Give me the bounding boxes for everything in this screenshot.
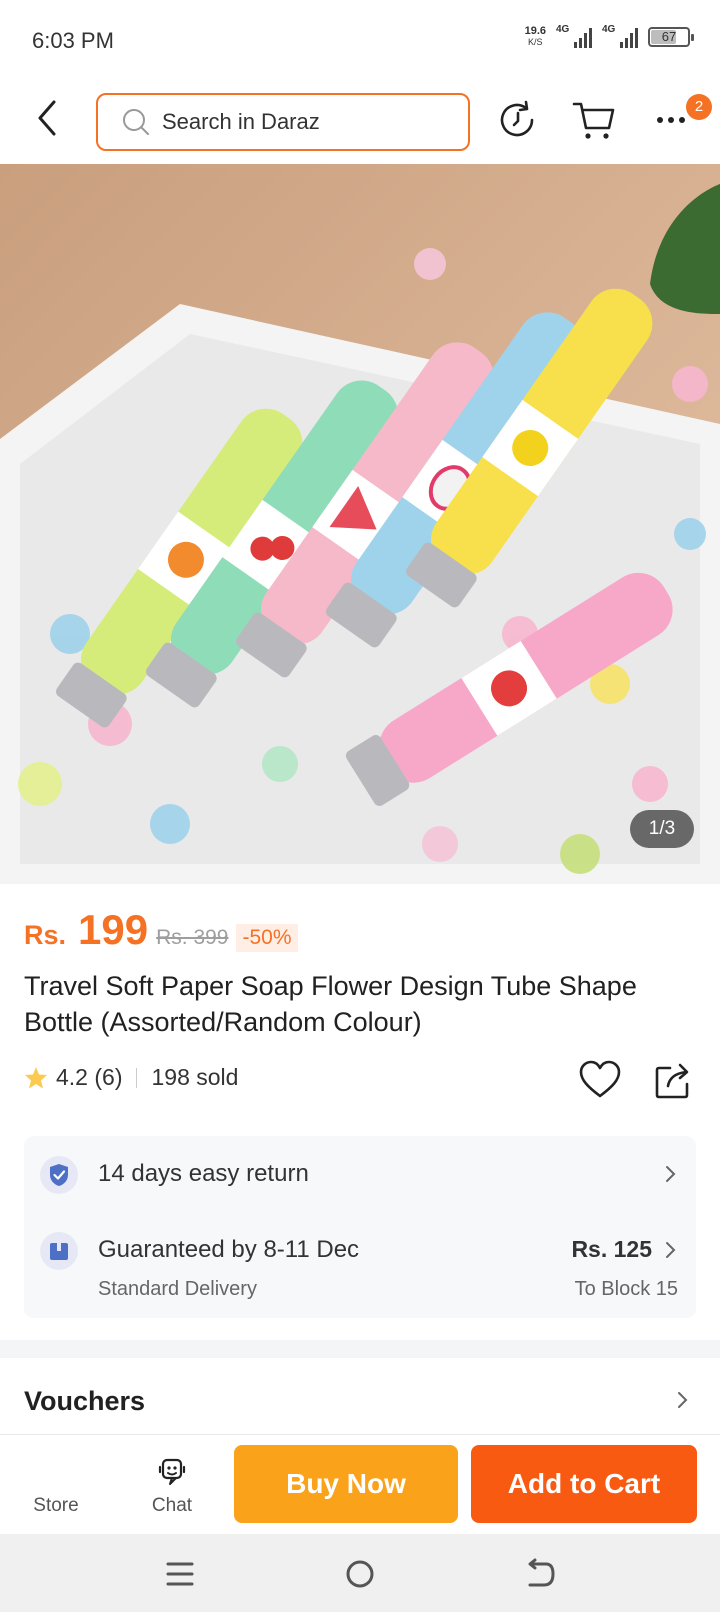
section-divider (0, 1340, 720, 1358)
buy-now-button[interactable]: Buy Now (234, 1445, 458, 1523)
battery-icon: 67 (648, 27, 694, 47)
signal-2-icon: 4G (602, 24, 638, 48)
store-label: Store (33, 1495, 79, 1516)
chat-icon (158, 1458, 186, 1485)
search-input[interactable]: Search in Daraz (96, 93, 470, 151)
back-icon (528, 1558, 555, 1587)
price-row: Rs. 199 Rs. 399 -50% (24, 906, 298, 954)
back-arrow-icon (38, 100, 56, 136)
share-icon (655, 1063, 689, 1099)
delivery-price: Rs. 125 (571, 1236, 652, 1262)
system-back-button[interactable] (520, 1554, 560, 1594)
status-indicators: 19.6 K/S 4G 4G 67 (525, 24, 694, 48)
rating-row[interactable]: 4.2 (6) 198 sold (24, 1064, 238, 1091)
discount-badge: -50% (236, 924, 298, 952)
store-button[interactable]: Store (20, 1449, 92, 1525)
header: Search in Daraz 2 (0, 80, 720, 164)
history-button[interactable] (496, 98, 540, 142)
network-speed: 19.6 K/S (525, 26, 546, 48)
history-icon (500, 100, 534, 137)
price-value: 199 (78, 906, 149, 953)
heart-icon (579, 1060, 621, 1098)
product-title: Travel Soft Paper Soap Flower Design Tub… (24, 971, 637, 1037)
rating-divider (136, 1067, 138, 1088)
system-nav-bar (0, 1534, 720, 1612)
product-image-gallery[interactable]: 1/3 (0, 164, 720, 884)
network-speed-value: 19.6 (524, 25, 546, 37)
back-button[interactable] (28, 96, 68, 140)
signal-2-label: 4G (602, 24, 616, 35)
add-to-cart-button[interactable]: Add to Cart (471, 1445, 697, 1523)
cart-count-badge: 2 (686, 94, 712, 120)
home-button[interactable] (340, 1554, 380, 1594)
chevron-right-icon (678, 1392, 688, 1408)
return-policy-text: 14 days easy return (98, 1160, 309, 1187)
service-card: 14 days easy return Guaranteed by 8-11 D… (24, 1136, 696, 1318)
bottom-action-bar: Store Chat Buy Now Add to Cart (0, 1434, 720, 1534)
rating-value: 4.2 (6) (56, 1064, 123, 1090)
status-time: 6:03 PM (32, 28, 114, 53)
sold-count: 198 sold (151, 1064, 239, 1090)
chat-label: Chat (151, 1495, 193, 1516)
battery-level: 67 (661, 29, 677, 44)
delivery-destination: To Block 15 (574, 1278, 678, 1300)
chevron-right-icon (666, 1242, 676, 1258)
menu-icon (166, 1562, 194, 1586)
vouchers-section[interactable]: Vouchers (0, 1358, 720, 1434)
network-speed-unit: K/S (528, 37, 543, 47)
wishlist-button[interactable] (578, 1060, 622, 1100)
delivery-guarantee: Guaranteed by 8-11 Dec (98, 1236, 360, 1263)
recents-button[interactable] (160, 1554, 200, 1594)
cart-button[interactable] (572, 98, 616, 142)
status-bar: 6:03 PM 19.6 K/S 4G 4G 67 (0, 0, 720, 80)
delivery-type: Standard Delivery (98, 1278, 257, 1300)
price-currency: Rs. (24, 920, 67, 950)
original-price: Rs. 399 (156, 926, 229, 949)
search-placeholder: Search in Daraz (162, 109, 320, 134)
chat-button[interactable]: Chat (136, 1449, 208, 1525)
share-button[interactable] (654, 1060, 692, 1100)
cart-icon (572, 102, 615, 139)
home-circle-icon (346, 1560, 374, 1588)
return-policy-row[interactable]: 14 days easy return (24, 1136, 696, 1212)
delivery-row[interactable]: Guaranteed by 8-11 Dec Standard Delivery… (24, 1212, 696, 1318)
signal-1-label: 4G (556, 24, 570, 35)
signal-1-icon: 4G (556, 24, 592, 48)
search-icon (123, 109, 149, 135)
image-counter: 1/3 (630, 810, 694, 848)
vouchers-title: Vouchers (24, 1386, 146, 1416)
product-photo (0, 164, 720, 884)
star-icon (25, 1066, 47, 1088)
shield-check-icon (40, 1156, 78, 1194)
chevron-right-icon (666, 1166, 676, 1182)
delivery-box-icon (40, 1232, 78, 1270)
